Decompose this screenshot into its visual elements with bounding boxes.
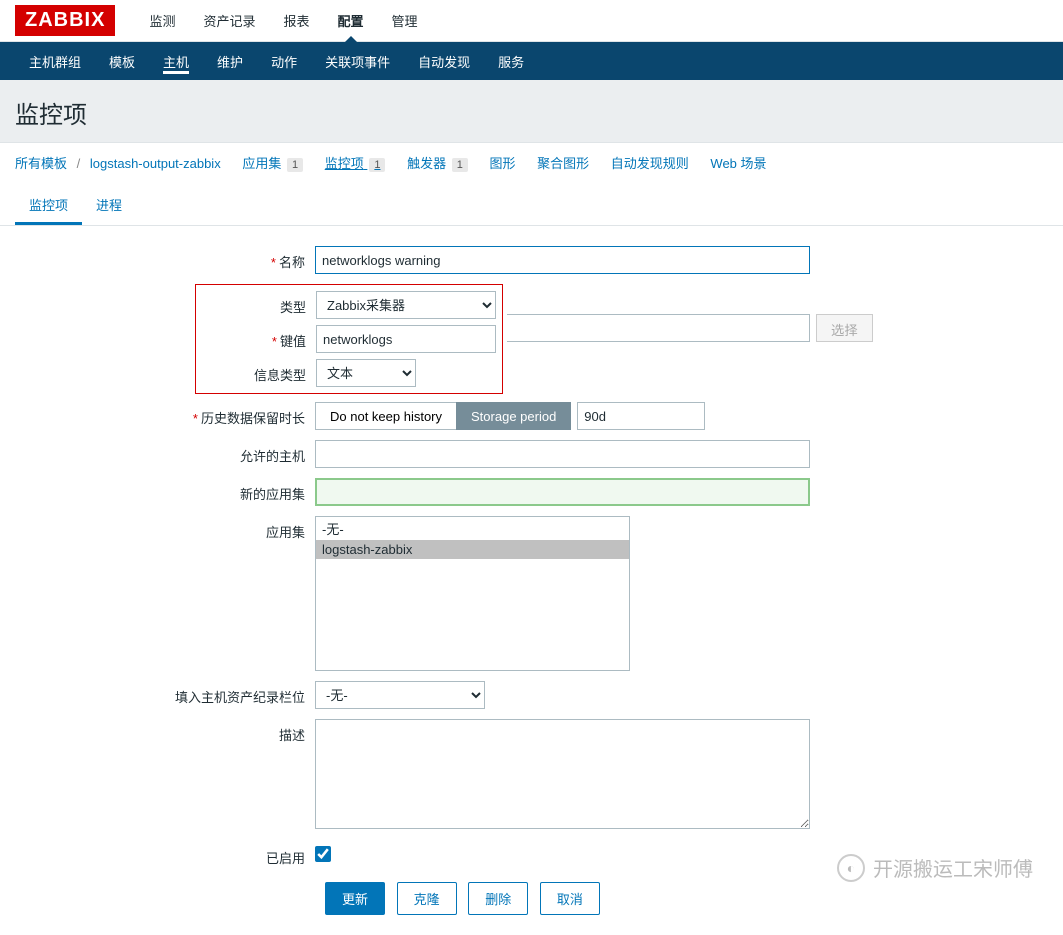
subnav-services[interactable]: 服务 <box>484 42 538 80</box>
subnav-correlation[interactable]: 关联项事件 <box>311 42 404 80</box>
action-buttons: 更新 克隆 删除 取消 <box>315 882 1048 915</box>
sub-nav: 主机群组 模板 主机 维护 动作 关联项事件 自动发现 服务 <box>0 42 1063 80</box>
subnav-actions[interactable]: 动作 <box>257 42 311 80</box>
input-history-period[interactable] <box>577 402 705 430</box>
label-new-app: 新的应用集 <box>15 478 315 503</box>
button-update[interactable]: 更新 <box>325 882 385 915</box>
label-type: 类型 <box>202 291 316 316</box>
breadcrumb: 所有模板 / logstash-output-zabbix 应用集 1 监控项 … <box>0 143 1063 172</box>
tab-process[interactable]: 进程 <box>82 187 136 225</box>
nav-reports[interactable]: 报表 <box>269 0 323 42</box>
app-option-logstash[interactable]: logstash-zabbix <box>316 540 629 559</box>
label-apps: 应用集 <box>15 516 315 541</box>
nav-monitor[interactable]: 监测 <box>135 0 189 42</box>
tag-screens[interactable]: 聚合图形 <box>537 156 589 171</box>
label-allowed-hosts: 允许的主机 <box>15 440 315 465</box>
label-key: *键值 <box>202 325 316 350</box>
checkbox-enabled[interactable] <box>315 846 331 862</box>
button-clone[interactable]: 克隆 <box>397 882 457 915</box>
breadcrumb-template[interactable]: logstash-output-zabbix <box>90 156 221 171</box>
label-name: *名称 <box>15 246 315 271</box>
subnav-maintenance[interactable]: 维护 <box>203 42 257 80</box>
tag-web[interactable]: Web 场景 <box>710 156 766 171</box>
button-delete[interactable]: 删除 <box>468 882 528 915</box>
nav-config[interactable]: 配置 <box>324 0 378 42</box>
input-new-app[interactable] <box>315 478 810 506</box>
label-history: *历史数据保留时长 <box>15 402 315 427</box>
breadcrumb-all-templates[interactable]: 所有模板 <box>15 156 67 171</box>
subnav-templates[interactable]: 模板 <box>95 42 149 80</box>
subnav-hostgroups[interactable]: 主机群组 <box>15 42 95 80</box>
tabs: 监控项 进程 <box>0 172 1063 226</box>
select-infotype[interactable]: 文本 <box>316 359 416 387</box>
tag-discovery[interactable]: 自动发现规则 <box>611 156 689 171</box>
button-no-history[interactable]: Do not keep history <box>315 402 456 430</box>
label-enabled: 已启用 <box>15 842 315 867</box>
nav-inventory[interactable]: 资产记录 <box>189 0 269 42</box>
button-cancel[interactable]: 取消 <box>540 882 600 915</box>
form: *名称 类型 Zabbix采集器 *键值 信息类型 文本 <box>0 226 1063 935</box>
page-title: 监控项 <box>0 80 1063 143</box>
app-option-none[interactable]: -无- <box>316 517 629 540</box>
breadcrumb-sep: / <box>77 156 81 171</box>
select-inventory[interactable]: -无- <box>315 681 485 709</box>
subnav-hosts[interactable]: 主机 <box>149 42 203 80</box>
watermark: ◐ 开源搬运工宋师傅 <box>837 853 1033 882</box>
tab-item[interactable]: 监控项 <box>15 187 82 225</box>
button-storage-period[interactable]: Storage period <box>456 402 571 430</box>
tag-applications[interactable]: 应用集 1 <box>242 156 303 171</box>
label-description: 描述 <box>15 719 315 744</box>
logo: ZABBIX <box>15 5 115 36</box>
input-key-ext[interactable] <box>507 314 810 342</box>
subnav-discovery[interactable]: 自动发现 <box>404 42 484 80</box>
label-infotype: 信息类型 <box>202 359 316 384</box>
top-nav: ZABBIX 监测 资产记录 报表 配置 管理 <box>0 0 1063 42</box>
tag-triggers[interactable]: 触发器 1 <box>407 156 468 171</box>
textarea-description[interactable] <box>315 719 810 829</box>
input-allowed-hosts[interactable] <box>315 440 810 468</box>
label-inventory: 填入主机资产纪录栏位 <box>15 681 315 706</box>
tag-graphs[interactable]: 图形 <box>490 156 516 171</box>
tag-items[interactable]: 监控项 1 <box>325 156 386 171</box>
multiselect-apps[interactable]: -无- logstash-zabbix <box>315 516 630 671</box>
wechat-icon: ◐ <box>837 854 865 882</box>
button-select-key: 选择 <box>816 314 873 342</box>
nav-admin[interactable]: 管理 <box>378 0 432 42</box>
input-name[interactable] <box>315 246 810 274</box>
